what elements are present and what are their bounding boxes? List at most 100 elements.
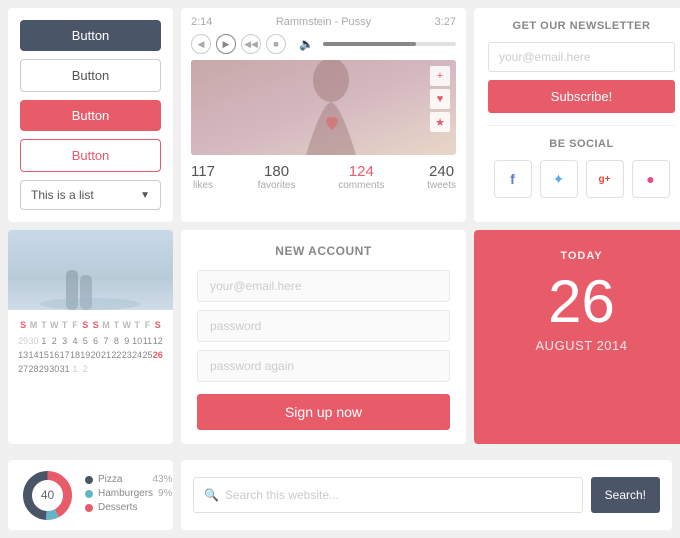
day-s3: S [90,318,100,332]
hamburgers-label: Hamburgers [98,488,153,499]
facebook-icon: f [510,171,515,187]
player-track-title: Rammstein - Pussy [276,16,371,28]
stat-likes-label: likes [191,180,215,191]
buttons-panel: Button Button Button Button This is a li… [8,8,173,222]
stat-comments: 124 comments [338,163,384,191]
stat-likes-number: 117 [191,163,215,180]
account-password-input[interactable] [197,310,450,342]
volume-bar[interactable] [323,42,456,46]
volume-icon: 🔈 [299,37,314,51]
legend-desserts: Desserts [85,502,172,513]
day-m2: M [101,318,111,332]
twitter-button[interactable]: ✦ [540,160,578,198]
day-f1: F [70,318,80,332]
donut-panel: 40 Pizza 43% Hamburgers 9% Desserts [8,460,173,530]
social-icons: f ✦ g+ ● [488,160,675,198]
divider [488,125,675,126]
search-input-wrap: 🔍 [193,477,583,513]
day-s4: S [153,318,163,332]
newsletter-email-input[interactable] [488,42,675,72]
stat-tweets-number: 240 [427,163,456,180]
day-t4: T [132,318,142,332]
day-w1: W [49,318,59,332]
donut-chart: 40 [20,468,75,523]
player-image-overlay: + ♥ ★ [430,66,450,132]
day-f2: F [142,318,152,332]
button-outline-red[interactable]: Button [20,139,161,172]
legend-pizza: Pizza 43% [85,474,172,485]
googleplus-button[interactable]: g+ [586,160,624,198]
legend-hamburgers: Hamburgers 9% [85,488,172,499]
player-artwork [191,60,456,155]
stat-favorites-number: 180 [258,163,296,180]
rewind-button[interactable]: ◀◀ [241,34,261,54]
calendar-body: S M T W T F S S M T W T F S 29 30 1 2 [8,310,173,384]
account-email-input[interactable] [197,270,450,302]
calendar-week1: 29 30 1 2 3 4 5 6 7 8 9 10 11 12 [18,334,163,348]
prev-button[interactable]: ◀ [191,34,211,54]
stat-comments-number: 124 [338,163,384,180]
search-panel: 🔍 Search! [181,460,672,530]
calendar-week3: 27 28 29 30 31 1 2 [18,362,163,376]
bottom-grid: 40 Pizza 43% Hamburgers 9% Desserts 🔍 [0,460,680,538]
day-s1: S [18,318,28,332]
pizza-pct: 43% [152,474,172,485]
button-red[interactable]: Button [20,100,161,131]
player-image: + ♥ ★ [191,60,456,155]
stat-comments-label: comments [338,180,384,191]
svg-text:40: 40 [41,488,55,502]
hamburgers-pct: 9% [158,488,172,499]
donut-legend: Pizza 43% Hamburgers 9% Desserts [85,474,172,516]
pizza-dot [85,476,93,484]
today-month: AUGUST 2014 [488,338,675,353]
player-panel: 2:14 Rammstein - Pussy 3:27 ◀ ▶ ◀◀ ■ 🔈 [181,8,466,222]
player-controls: ◀ ▶ ◀◀ ■ 🔈 [191,34,456,54]
today-number: 26 [488,272,675,332]
day-t2: T [59,318,69,332]
button-outline[interactable]: Button [20,59,161,92]
calendar-photo [8,230,173,310]
main-grid: Button Button Button Button This is a li… [0,0,680,460]
play-button[interactable]: ▶ [216,34,236,54]
social-title: BE SOCIAL [488,138,675,150]
twitter-icon: ✦ [553,171,565,188]
account-title: NEW ACCOUNT [197,244,450,258]
player-times: 2:14 Rammstein - Pussy 3:27 [191,16,456,28]
stat-favorites: 180 favorites [258,163,296,191]
player-current-time: 2:14 [191,16,212,28]
day-w2: W [122,318,132,332]
calendar-week2: 13 14 15 16 17 18 19 20 21 22 23 24 25 2… [18,348,163,362]
subscribe-button[interactable]: Subscribe! [488,80,675,113]
calendar-image [8,230,173,310]
account-password2-input[interactable] [197,350,450,382]
newsletter-title: GET OUR NEWSLETTER [488,20,675,32]
heart-button[interactable]: ♥ [430,89,450,109]
stat-likes: 117 likes [191,163,215,191]
facebook-button[interactable]: f [494,160,532,198]
search-button[interactable]: Search! [591,477,660,513]
pizza-label: Pizza [98,474,122,485]
stat-tweets: 240 tweets [427,163,456,191]
stop-button[interactable]: ■ [266,34,286,54]
today-panel: TODAY 26 AUGUST 2014 [474,230,680,444]
day-t1: T [39,318,49,332]
desserts-label: Desserts [98,502,137,513]
star-button[interactable]: ★ [430,112,450,132]
stat-tweets-label: tweets [427,180,456,191]
googleplus-icon: g+ [599,174,611,185]
add-button[interactable]: + [430,66,450,86]
newsletter-panel: GET OUR NEWSLETTER Subscribe! BE SOCIAL … [474,8,680,222]
account-panel: NEW ACCOUNT Sign up now [181,230,466,444]
dribbble-button[interactable]: ● [632,160,670,198]
calendar-panel: S M T W T F S S M T W T F S 29 30 1 2 [8,230,173,444]
button-dark[interactable]: Button [20,20,161,51]
dropdown[interactable]: This is a list ▼ [20,180,161,210]
dropdown-label: This is a list [31,188,94,202]
calendar-day-headers: S M T W T F S S M T W T F S [18,318,163,332]
day-m1: M [28,318,38,332]
signup-button[interactable]: Sign up now [197,394,450,430]
desserts-dot [85,504,93,512]
stat-favorites-label: favorites [258,180,296,191]
player-stats: 117 likes 180 favorites 124 comments 240… [191,163,456,191]
today-label: TODAY [488,250,675,262]
